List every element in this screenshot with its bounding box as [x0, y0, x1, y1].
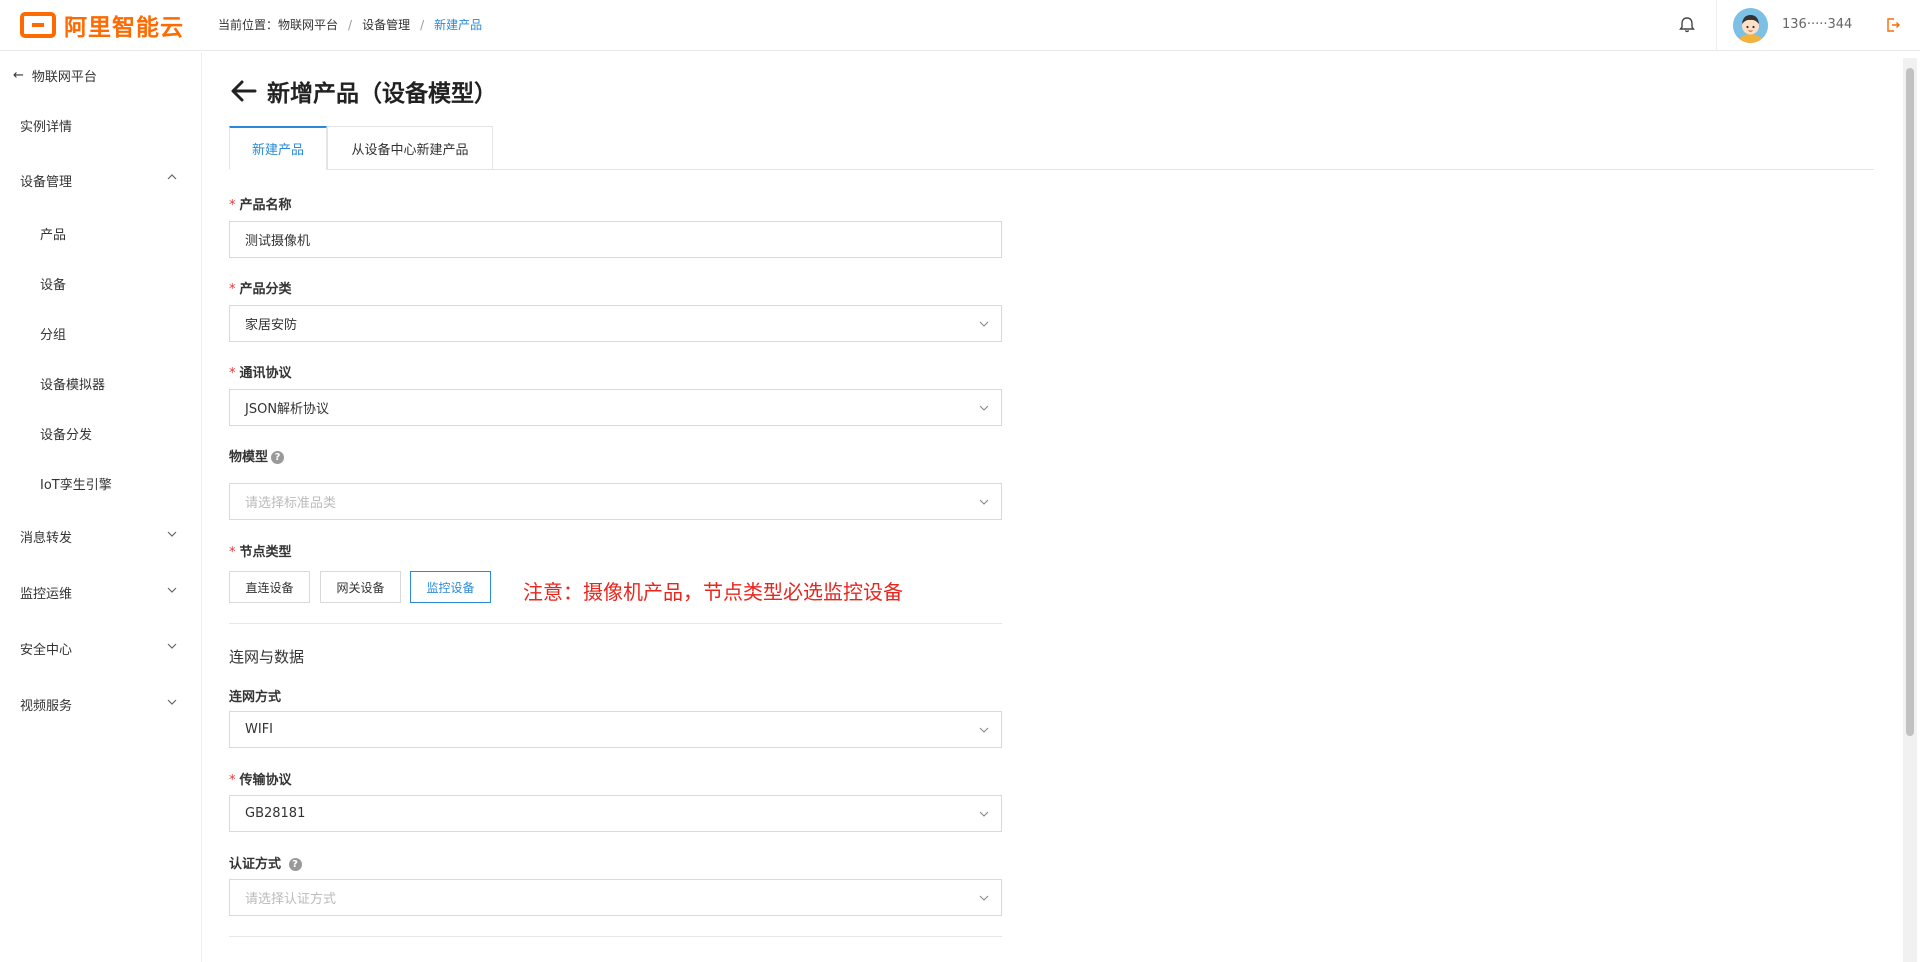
logout-icon[interactable] — [1885, 17, 1901, 33]
protocol-label: * 通讯协议 — [229, 362, 292, 381]
network-method-value: WIFI — [245, 722, 273, 737]
breadcrumb-item-current: 新建产品 — [434, 18, 483, 32]
sidebar-item-message-forwarding[interactable]: 消息转发 — [20, 527, 72, 546]
tab-new-product[interactable]: 新建产品 — [229, 126, 327, 170]
section-divider — [229, 623, 1002, 624]
auth-label: 认证方式 ? — [229, 853, 302, 872]
node-type-direct-button[interactable]: 直连设备 — [229, 571, 310, 603]
help-icon[interactable]: ? — [288, 858, 302, 871]
chevron-down-icon[interactable] — [167, 529, 177, 539]
transport-label: * 传输协议 — [229, 769, 292, 788]
sidebar-item-monitoring[interactable]: 监控运维 — [20, 583, 72, 602]
sidebar-item-device-management[interactable]: 设备管理 — [20, 171, 72, 190]
network-method-select[interactable]: WIFI — [229, 711, 1002, 748]
chevron-down-icon[interactable] — [167, 585, 177, 595]
category-label: * 产品分类 — [229, 278, 292, 297]
required-mark: * — [229, 366, 236, 381]
network-section-title: 连网与数据 — [229, 648, 305, 666]
breadcrumb-prefix: 当前位置： — [218, 18, 279, 32]
logo-text: 阿里智能云 — [64, 15, 184, 41]
product-name-label-text: 产品名称 — [239, 198, 292, 213]
help-icon[interactable]: ? — [271, 451, 285, 464]
breadcrumb: 当前位置： 物联网平台 / 设备管理 / 新建产品 — [218, 16, 482, 33]
required-mark: * — [229, 545, 236, 560]
protocol-select[interactable]: JSON解析协议 — [229, 389, 1002, 426]
category-select[interactable]: 家居安防 — [229, 305, 1002, 342]
top-bar: 阿里智能云 当前位置： 物联网平台 / 设备管理 / 新建产品 136·····… — [0, 0, 1920, 51]
auth-select[interactable]: 请选择认证方式 — [229, 879, 1002, 916]
chevron-down-icon[interactable] — [167, 641, 177, 651]
required-mark: * — [229, 773, 236, 788]
node-type-monitor-button[interactable]: 监控设备 — [410, 571, 491, 603]
page-title: 新增产品（设备模型） — [229, 74, 497, 108]
sidebar-subitem-iot-twin-engine[interactable]: IoT孪生引擎 — [40, 474, 112, 493]
thing-model-label-text: 物模型 — [229, 450, 269, 465]
sidebar-subitem-device-distribution[interactable]: 设备分发 — [40, 424, 92, 443]
section-divider — [229, 936, 1002, 937]
sidebar-item-video-service[interactable]: 视频服务 — [20, 695, 72, 714]
page-scrollbar[interactable] — [1903, 58, 1917, 962]
auth-label-text: 认证方式 — [229, 857, 282, 872]
chevron-up-icon[interactable] — [167, 172, 177, 182]
chevron-down-icon — [979, 321, 989, 327]
logo-icon — [20, 12, 56, 38]
breadcrumb-separator: / — [348, 17, 353, 32]
thing-model-select[interactable]: 请选择标准品类 — [229, 483, 1002, 520]
transport-select[interactable]: GB28181 — [229, 795, 1002, 832]
arrow-left-icon: ← — [13, 68, 24, 83]
category-label-text: 产品分类 — [239, 282, 292, 297]
network-method-label-text: 连网方式 — [229, 690, 282, 705]
chevron-down-icon — [979, 405, 989, 411]
sidebar-subitem-device[interactable]: 设备 — [40, 274, 66, 293]
breadcrumb-item-device-management[interactable]: 设备管理 — [362, 16, 410, 33]
chevron-down-icon[interactable] — [167, 697, 177, 707]
chevron-down-icon — [979, 895, 989, 901]
brand-logo[interactable]: 阿里智能云 — [20, 11, 184, 41]
auth-placeholder: 请选择认证方式 — [245, 892, 337, 907]
username[interactable]: 136·····344 — [1782, 17, 1852, 32]
node-type-label: * 节点类型 — [229, 541, 292, 560]
chevron-down-icon — [979, 727, 989, 733]
sidebar-item-security-center[interactable]: 安全中心 — [20, 639, 72, 658]
transport-value: GB28181 — [245, 806, 306, 821]
tab-new-from-device-center[interactable]: 从设备中心新建产品 — [327, 126, 493, 170]
arrow-left-icon[interactable] — [229, 76, 259, 106]
sidebar-subitem-group[interactable]: 分组 — [40, 324, 66, 343]
chevron-down-icon — [979, 811, 989, 817]
network-method-label: 连网方式 — [229, 686, 281, 705]
node-type-note: 注意：摄像机产品，节点类型必选监控设备 — [523, 580, 903, 604]
breadcrumb-separator: / — [420, 17, 425, 32]
bell-icon[interactable] — [1677, 15, 1697, 35]
breadcrumb-item-iot-platform[interactable]: 物联网平台 — [278, 16, 338, 33]
required-mark: * — [229, 282, 236, 297]
avatar-face-icon — [1733, 8, 1768, 43]
protocol-label-text: 通讯协议 — [239, 366, 292, 381]
sidebar-subitem-product[interactable]: 产品 — [40, 224, 66, 243]
required-mark: * — [229, 198, 236, 213]
category-value: 家居安防 — [245, 318, 298, 333]
page-title-text: 新增产品（设备模型） — [267, 81, 497, 107]
tab-bar: 新建产品 从设备中心新建产品 — [229, 126, 1874, 170]
node-type-gateway-button[interactable]: 网关设备 — [320, 571, 401, 603]
product-name-label: * 产品名称 — [229, 194, 292, 213]
thing-model-placeholder: 请选择标准品类 — [245, 496, 337, 511]
sidebar-item-instance-detail[interactable]: 实例详情 — [20, 116, 72, 135]
node-type-label-text: 节点类型 — [239, 545, 292, 560]
sidebar-subitem-device-simulator[interactable]: 设备模拟器 — [40, 374, 105, 393]
thing-model-label: 物模型? — [229, 446, 285, 465]
protocol-value: JSON解析协议 — [245, 402, 330, 417]
sidebar-back-label: 物联网平台 — [31, 70, 97, 85]
sidebar-back-link[interactable]: ← 物联网平台 — [13, 66, 97, 85]
transport-label-text: 传输协议 — [239, 773, 292, 788]
scrollbar-thumb[interactable] — [1906, 68, 1914, 736]
header-divider — [1716, 0, 1717, 51]
avatar[interactable] — [1733, 8, 1768, 43]
product-name-input[interactable]: 测试摄像机 — [229, 221, 1002, 258]
chevron-down-icon — [979, 499, 989, 505]
